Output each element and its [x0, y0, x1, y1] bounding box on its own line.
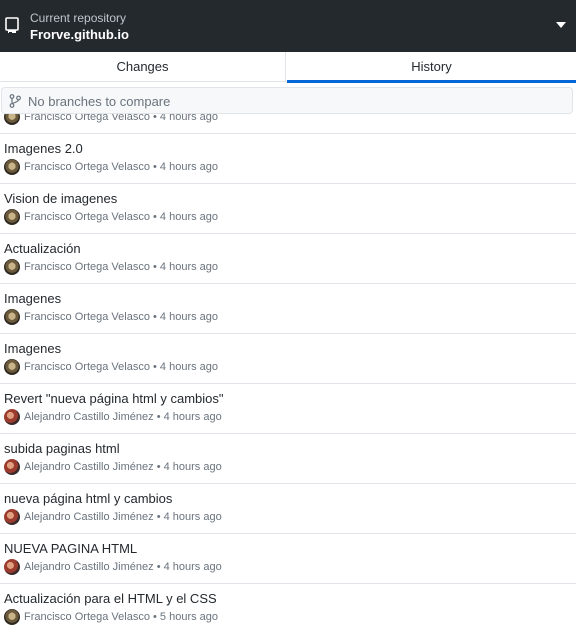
commit-author: Francisco Ortega Velasco [24, 211, 150, 223]
commit-title: Actualización [4, 241, 81, 256]
commit-time: • 4 hours ago [156, 511, 222, 523]
commit-time: • 4 hours ago [153, 114, 219, 123]
commit-item[interactable]: Francisco Ortega Velasco • 4 hours ago [0, 114, 576, 134]
commit-item[interactable]: nueva página html y cambios Alejandro Ca… [0, 484, 576, 534]
commit-title: Imagenes [4, 291, 62, 306]
commit-author: Francisco Ortega Velasco [24, 261, 150, 273]
commit-author: Francisco Ortega Velasco [24, 361, 150, 373]
commit-item[interactable]: Imagenes Francisco Ortega Velasco • 4 ho… [0, 334, 576, 384]
commit-list[interactable]: Francisco Ortega Velasco • 4 hours ago I… [0, 114, 576, 632]
commit-item[interactable]: subida paginas html Alejandro Castillo J… [0, 434, 576, 484]
avatar [4, 259, 20, 275]
commit-item[interactable]: Imagenes Francisco Ortega Velasco • 4 ho… [0, 284, 576, 334]
commit-time: • 4 hours ago [153, 361, 219, 373]
commit-title: Vision de imagenes [4, 191, 118, 206]
chevron-down-icon[interactable] [556, 22, 566, 28]
repository-name: Frorve.github.io [30, 27, 129, 42]
commit-author: Francisco Ortega Velasco [24, 114, 150, 123]
commit-meta: Francisco Ortega Velasco • 4 hours ago [24, 311, 218, 323]
git-branch-icon [9, 94, 21, 108]
commit-time: • 4 hours ago [153, 161, 219, 173]
avatar [4, 114, 20, 125]
commit-author: Francisco Ortega Velasco [24, 161, 150, 173]
commit-title: Imagenes 2.0 [4, 141, 83, 156]
commit-time: • 5 hours ago [153, 611, 219, 623]
commit-title: subida paginas html [4, 441, 120, 456]
commit-title: Revert "nueva página html y cambios" [4, 391, 224, 406]
commit-meta: Francisco Ortega Velasco • 4 hours ago [24, 114, 218, 123]
commit-author: Alejandro Castillo Jiménez [24, 461, 154, 473]
tab-history[interactable]: History [287, 52, 576, 83]
commit-meta: Alejandro Castillo Jiménez • 4 hours ago [24, 511, 222, 523]
commit-meta: Francisco Ortega Velasco • 4 hours ago [24, 361, 218, 373]
avatar [4, 359, 20, 375]
repository-label: Current repository [30, 11, 127, 25]
branch-compare-input[interactable]: No branches to compare [1, 87, 573, 114]
avatar [4, 509, 20, 525]
commit-time: • 4 hours ago [156, 411, 222, 423]
avatar [4, 459, 20, 475]
commit-item[interactable]: Vision de imagenes Francisco Ortega Vela… [0, 184, 576, 234]
avatar [4, 159, 20, 175]
commit-item[interactable]: Revert "nueva página html y cambios" Ale… [0, 384, 576, 434]
commit-author: Francisco Ortega Velasco [24, 311, 150, 323]
avatar [4, 609, 20, 625]
commit-meta: Francisco Ortega Velasco • 4 hours ago [24, 161, 218, 173]
tab-changes[interactable]: Changes [0, 52, 286, 82]
commit-time: • 4 hours ago [156, 461, 222, 473]
commit-item[interactable]: Actualización Francisco Ortega Velasco •… [0, 234, 576, 284]
commit-author: Francisco Ortega Velasco [24, 611, 150, 623]
commit-item[interactable]: Actualización para el HTML y el CSS Fran… [0, 584, 576, 632]
commit-author: Alejandro Castillo Jiménez [24, 561, 154, 573]
commit-meta: Francisco Ortega Velasco • 5 hours ago [24, 611, 218, 623]
avatar [4, 309, 20, 325]
commit-author: Alejandro Castillo Jiménez [24, 411, 154, 423]
commit-author: Alejandro Castillo Jiménez [24, 511, 154, 523]
commit-time: • 4 hours ago [156, 561, 222, 573]
commit-meta: Francisco Ortega Velasco • 4 hours ago [24, 261, 218, 273]
commit-item[interactable]: NUEVA PAGINA HTML Alejandro Castillo Jim… [0, 534, 576, 584]
repository-selector[interactable]: Current repository Frorve.github.io [0, 0, 576, 52]
repo-icon [5, 17, 19, 35]
tab-bar: Changes History [0, 52, 576, 83]
commit-meta: Francisco Ortega Velasco • 4 hours ago [24, 211, 218, 223]
commit-title: Actualización para el HTML y el CSS [4, 591, 217, 606]
commit-time: • 4 hours ago [153, 261, 219, 273]
commit-title: Imagenes [4, 341, 62, 356]
avatar [4, 559, 20, 575]
commit-title: NUEVA PAGINA HTML [4, 541, 138, 556]
avatar [4, 209, 20, 225]
commit-item[interactable]: Imagenes 2.0 Francisco Ortega Velasco • … [0, 134, 576, 184]
commit-title: nueva página html y cambios [4, 491, 173, 506]
avatar [4, 409, 20, 425]
commit-meta: Alejandro Castillo Jiménez • 4 hours ago [24, 561, 222, 573]
commit-time: • 4 hours ago [153, 311, 219, 323]
commit-meta: Alejandro Castillo Jiménez • 4 hours ago [24, 461, 222, 473]
commit-time: • 4 hours ago [153, 211, 219, 223]
compare-placeholder: No branches to compare [28, 94, 171, 109]
commit-meta: Alejandro Castillo Jiménez • 4 hours ago [24, 411, 222, 423]
